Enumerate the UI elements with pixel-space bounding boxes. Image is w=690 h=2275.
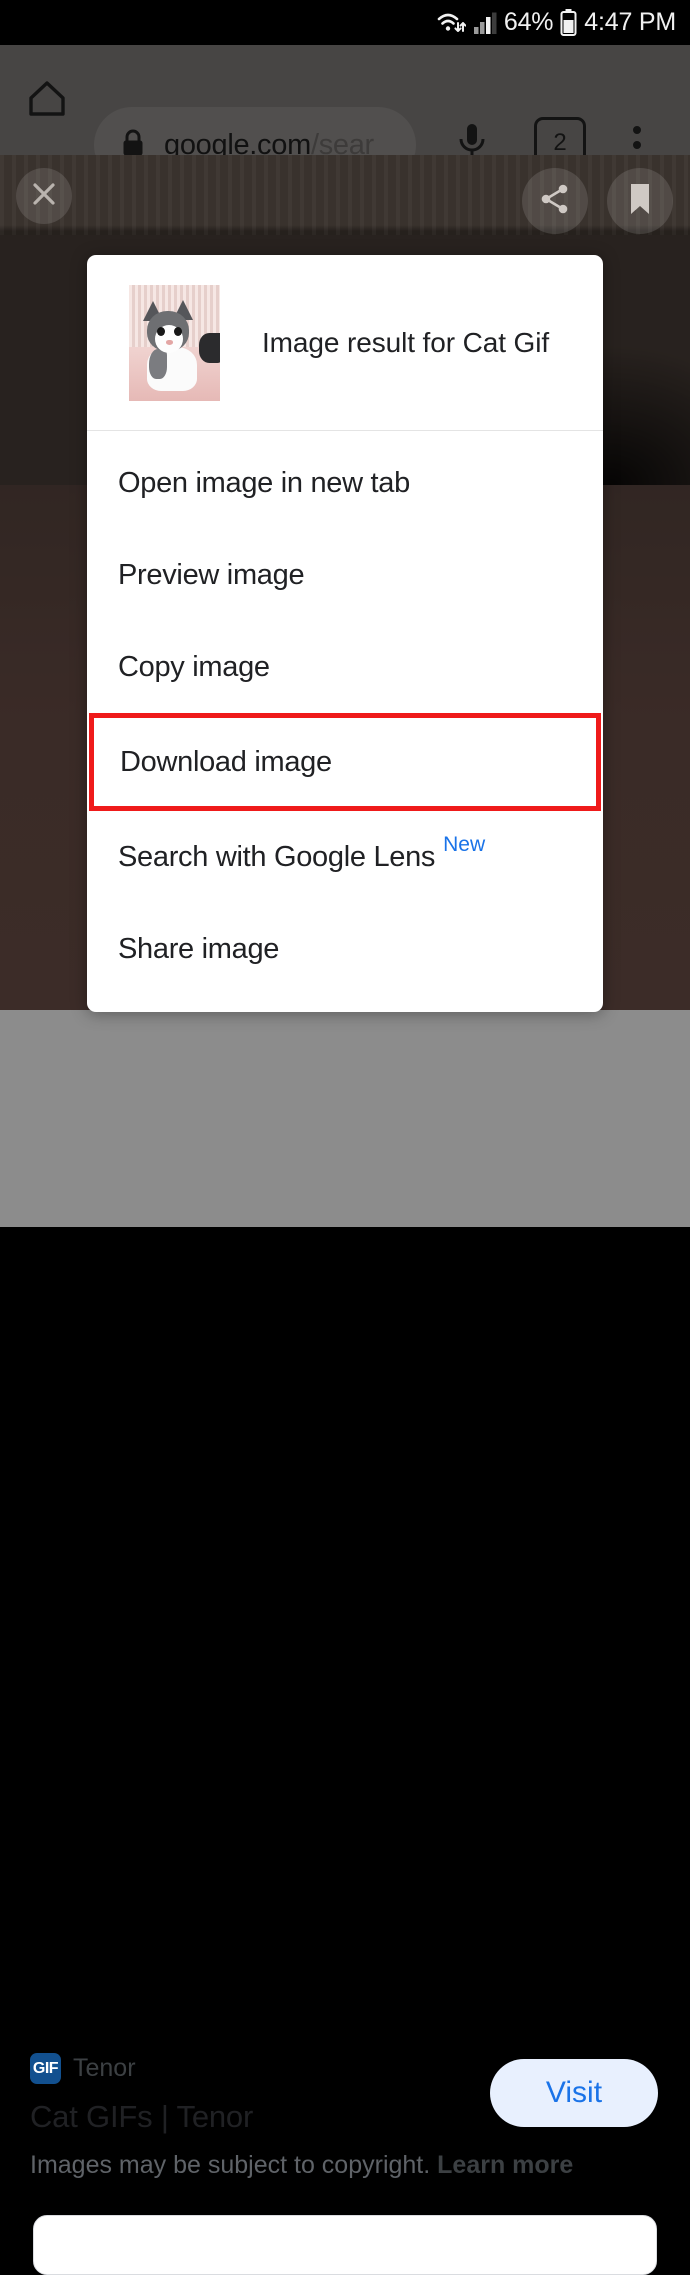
tab-count-label: 2 bbox=[553, 129, 567, 156]
menu-item-label: Preview image bbox=[118, 558, 305, 591]
menu-item-label: Open image in new tab bbox=[118, 466, 410, 499]
visit-button[interactable]: Visit bbox=[490, 2059, 658, 2127]
menu-item-label: Download image bbox=[120, 745, 332, 778]
source-row[interactable]: GIF Tenor bbox=[30, 2053, 136, 2084]
status-bar: 64% 4:47 PM bbox=[0, 0, 690, 45]
context-menu-list: Open image in new tab Preview image Copy… bbox=[87, 431, 603, 995]
three-dots-menu-icon-2 bbox=[633, 141, 641, 149]
share-icon bbox=[538, 182, 572, 221]
home-button[interactable] bbox=[22, 75, 72, 125]
new-badge: New bbox=[443, 833, 486, 856]
menu-item-copy-image[interactable]: Copy image bbox=[87, 621, 603, 713]
menu-item-label: Search with Google Lens bbox=[118, 840, 436, 873]
thumbnail-cat-patch bbox=[149, 348, 167, 379]
tenor-gif-favicon-icon: GIF bbox=[30, 2053, 61, 2084]
dialog-header: Image result for Cat Gif bbox=[87, 255, 603, 431]
learn-more-link[interactable]: Learn more bbox=[437, 2151, 573, 2179]
visit-button-label: Visit bbox=[545, 2076, 603, 2109]
menu-item-preview-image[interactable]: Preview image bbox=[87, 529, 603, 621]
menu-item-download-image[interactable]: Download image bbox=[89, 713, 601, 811]
copyright-text: Images may be subject to copyright. bbox=[30, 2151, 431, 2179]
menu-item-search-with-google-lens[interactable]: Search with Google Lens New bbox=[87, 811, 603, 903]
cat-thumbnail bbox=[129, 284, 220, 401]
menu-item-open-image-in-new-tab[interactable]: Open image in new tab bbox=[87, 437, 603, 529]
menu-item-share-image[interactable]: Share image bbox=[87, 903, 603, 995]
dialog-title: Image result for Cat Gif bbox=[262, 326, 550, 358]
image-context-menu-dialog: Image result for Cat Gif Open image in n… bbox=[87, 255, 603, 1012]
source-name-label: Tenor bbox=[73, 2054, 136, 2082]
wifi-transfer-icon bbox=[436, 10, 466, 36]
three-dots-menu-icon bbox=[633, 126, 641, 134]
browser-toolbar: google.com/sear 2 bbox=[0, 45, 690, 183]
bookmark-icon bbox=[627, 182, 653, 221]
close-button[interactable] bbox=[16, 168, 72, 224]
battery-icon bbox=[560, 9, 577, 36]
thumbnail-second-cat bbox=[199, 332, 220, 363]
thumbnail-cat-nose bbox=[166, 339, 173, 345]
home-icon bbox=[26, 77, 68, 124]
close-x-icon bbox=[29, 179, 59, 214]
thumbnail-cat-eye-right bbox=[174, 326, 182, 336]
battery-percent: 64% bbox=[503, 8, 554, 36]
share-button[interactable] bbox=[522, 168, 588, 234]
image-result-title[interactable]: Cat GIFs | Tenor bbox=[30, 2099, 253, 2135]
copyright-notice: Images may be subject to copyright. Lear… bbox=[30, 2151, 573, 2180]
menu-item-label: Share image bbox=[118, 932, 280, 965]
menu-item-label: Copy image bbox=[118, 650, 270, 683]
next-result-card[interactable] bbox=[33, 2215, 657, 2275]
cellular-signal-icon bbox=[473, 12, 497, 34]
clock-time: 4:47 PM bbox=[584, 8, 676, 36]
image-info-panel: GIF Tenor Cat GIFs | Tenor Images may be… bbox=[0, 1010, 690, 2275]
bookmark-button[interactable] bbox=[607, 168, 673, 234]
thumbnail-cat-eye-left bbox=[157, 326, 165, 336]
